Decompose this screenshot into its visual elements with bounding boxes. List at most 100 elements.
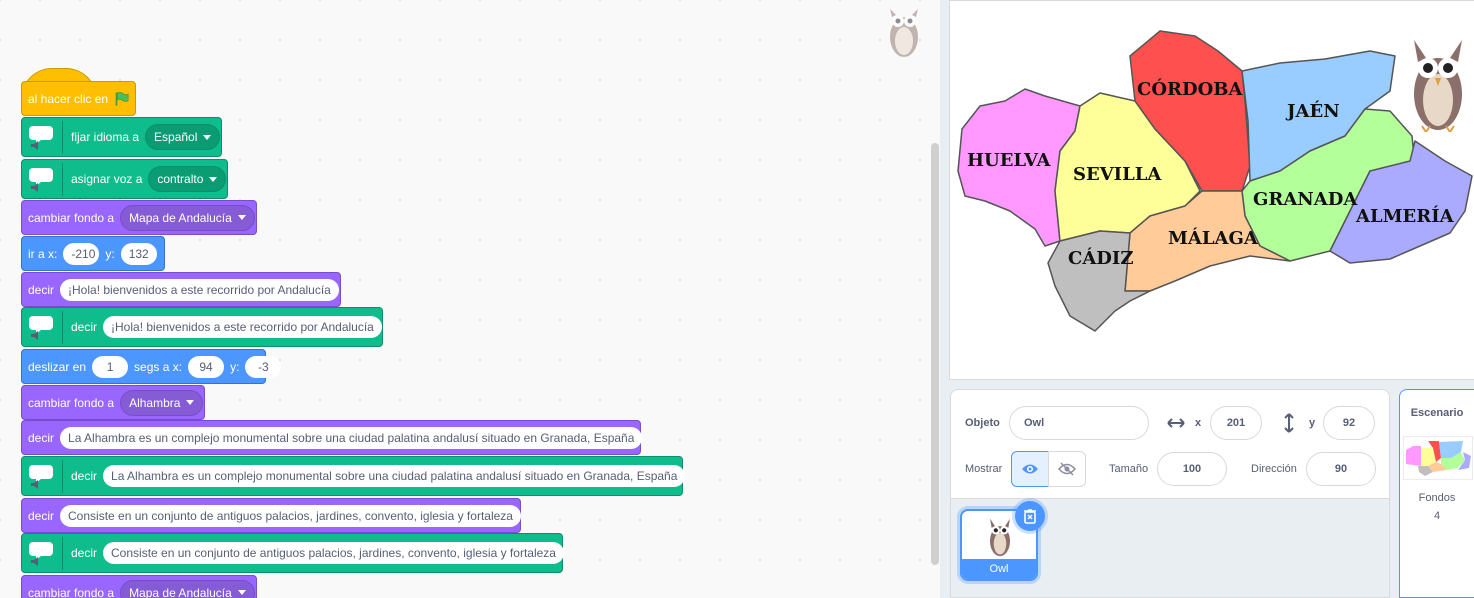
speak-block[interactable]: decir Consiste en un conjunto de antiguo…	[21, 533, 564, 573]
horizontal-arrows-icon	[1167, 418, 1185, 428]
x-input[interactable]: -210	[63, 242, 100, 265]
green-flag-icon	[115, 91, 129, 106]
set-voice-block[interactable]: asignar voz a contralto	[21, 159, 228, 199]
glide-block[interactable]: deslizar en 1 segs a x: 94 y: -3	[21, 349, 282, 384]
andalucia-map	[957, 30, 1473, 332]
workspace-scrollbar[interactable]	[931, 143, 939, 565]
map-label-cadiz: CÁDIZ	[1068, 248, 1134, 269]
backdrop-dropdown[interactable]: Mapa de Andalucía	[120, 204, 255, 231]
when-flag-clicked-block[interactable]: al hacer clic en	[21, 81, 136, 116]
backdrop-value: Alhambra	[129, 395, 181, 410]
backdrop-dropdown[interactable]: Mapa de Andalucía	[120, 579, 255, 598]
speak-text-input[interactable]: Consiste en un conjunto de antiguos pala…	[103, 542, 564, 564]
block-label: decir	[28, 430, 55, 445]
block-label: decir	[28, 508, 55, 523]
trash-icon	[1024, 509, 1036, 524]
stage[interactable]: HUELVA SEVILLA CÓRDOBA JAÉN GRANADA ALME…	[949, 0, 1474, 380]
backdrops-count: 4	[1433, 510, 1441, 522]
backdrop-value: Mapa de Andalucía	[129, 210, 232, 225]
stage-selector-panel[interactable]: Escenario Fondos 4	[1399, 389, 1474, 598]
language-dropdown[interactable]: Español	[145, 124, 221, 150]
block-label: asignar voz a	[71, 172, 143, 186]
voice-value: contralto	[157, 172, 204, 186]
block-label: deslizar en	[28, 359, 87, 374]
go-to-xy-block[interactable]: ir a x: -210 y: 132	[21, 236, 165, 271]
sprite-tile-name: Owl	[962, 559, 1036, 579]
sprite-list: Owl	[950, 498, 1390, 598]
x-position-input[interactable]: 201	[1210, 406, 1262, 440]
direction-input[interactable]: 90	[1306, 452, 1376, 486]
y-input[interactable]: 132	[120, 242, 157, 265]
speak-text-input[interactable]: ¡Hola! bienvenidos a este recorrido por …	[103, 316, 382, 338]
backdrops-label: Fondos	[1418, 492, 1456, 504]
y-label: y:	[105, 246, 115, 261]
map-label-sevilla: SEVILLA	[1073, 164, 1162, 185]
eye-slash-icon	[1058, 462, 1076, 476]
backdrop-value: Mapa de Andalucía	[129, 585, 232, 598]
text-to-speech-icon	[22, 536, 63, 570]
y-label: y	[1309, 417, 1316, 429]
map-label-huelva: HUELVA	[967, 150, 1051, 171]
block-label: decir	[71, 320, 98, 334]
chevron-down-icon	[237, 215, 246, 220]
x-input[interactable]: 94	[188, 355, 225, 378]
speak-text-input[interactable]: La Alhambra es un complejo monumental so…	[103, 465, 686, 487]
block-label: cambiar fondo a	[28, 210, 115, 225]
block-label: decir	[71, 546, 98, 560]
say-text-input[interactable]: Consiste en un conjunto de antiguos pala…	[60, 504, 521, 527]
backdrop-thumbnail	[1403, 436, 1473, 480]
show-sprite-button[interactable]	[1011, 451, 1049, 487]
say-text-input[interactable]: ¡Hola! bienvenidos a este recorrido por …	[60, 278, 339, 301]
text-to-speech-icon	[22, 162, 63, 196]
sprite-owl-icon	[890, 9, 918, 57]
text-to-speech-icon	[22, 459, 63, 493]
vertical-arrows-icon	[1284, 413, 1294, 433]
chevron-down-icon	[237, 590, 246, 595]
say-block[interactable]: decir ¡Hola! bienvenidos a este recorrid…	[21, 272, 341, 307]
speak-block[interactable]: decir ¡Hola! bienvenidos a este recorrid…	[21, 307, 383, 347]
language-value: Español	[154, 130, 198, 144]
x-label: x	[1195, 417, 1202, 429]
map-label-malaga: MÁLAGA	[1168, 228, 1258, 249]
direction-label: Dirección	[1251, 463, 1297, 475]
block-label: cambiar fondo a	[28, 395, 115, 410]
chevron-down-icon	[203, 134, 212, 140]
sprite-info-panel: Objeto Owl x 201 y 92 Mostrar Tamaño 100…	[950, 389, 1390, 499]
y-label: y:	[230, 359, 240, 374]
sprite-name-input[interactable]: Owl	[1009, 406, 1149, 440]
speak-block[interactable]: decir La Alhambra es un complejo monumen…	[21, 456, 686, 496]
delete-sprite-button[interactable]	[1015, 501, 1045, 531]
block-label: cambiar fondo a	[28, 585, 115, 598]
map-label-cordoba: CÓRDOBA	[1137, 79, 1243, 100]
map-label-jaen: JAÉN	[1287, 101, 1340, 122]
text-to-speech-icon	[22, 310, 63, 344]
size-input[interactable]: 100	[1157, 452, 1227, 486]
switch-backdrop-block[interactable]: cambiar fondo a Alhambra	[21, 385, 205, 420]
say-text-input[interactable]: La Alhambra es un complejo monumental so…	[60, 426, 643, 449]
voice-dropdown[interactable]: contralto	[148, 166, 227, 192]
eye-icon	[1022, 464, 1038, 474]
say-block[interactable]: decir Consiste en un conjunto de antiguo…	[21, 498, 521, 533]
object-label: Objeto	[965, 417, 1000, 429]
text-to-speech-icon	[22, 120, 63, 154]
size-label: Tamaño	[1109, 463, 1149, 475]
hide-sprite-button[interactable]	[1048, 451, 1086, 487]
block-label: decir	[28, 282, 55, 297]
owl-thumbnail	[990, 518, 1010, 557]
map-label-granada: GRANADA	[1253, 189, 1358, 210]
say-block[interactable]: decir La Alhambra es un complejo monumen…	[21, 420, 643, 455]
switch-backdrop-block[interactable]: cambiar fondo a Mapa de Andalucía	[21, 200, 257, 235]
owl-sprite[interactable]	[1408, 36, 1468, 132]
block-label: ir a x:	[28, 246, 58, 261]
y-input[interactable]: -3	[245, 355, 282, 378]
secs-label: segs a x:	[134, 359, 183, 374]
secs-input[interactable]: 1	[92, 355, 129, 378]
code-workspace[interactable]: al hacer clic en fijar idioma a Español …	[0, 0, 940, 598]
backdrop-dropdown[interactable]: Alhambra	[120, 389, 204, 416]
map-label-almeria: ALMERÍA	[1356, 206, 1454, 227]
chevron-down-icon	[209, 176, 218, 182]
stage-panel-title: Escenario	[1410, 407, 1464, 419]
set-language-block[interactable]: fijar idioma a Español	[21, 117, 222, 157]
y-position-input[interactable]: 92	[1323, 406, 1375, 440]
switch-backdrop-block[interactable]: cambiar fondo a Mapa de Andalucía	[21, 575, 257, 598]
